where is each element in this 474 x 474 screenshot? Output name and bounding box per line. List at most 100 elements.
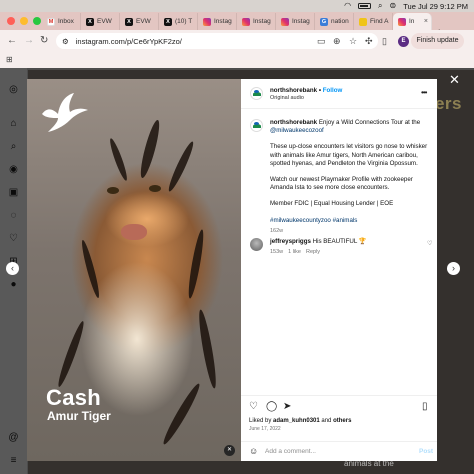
tiger-stripe bbox=[185, 228, 207, 300]
tiger-stripe bbox=[137, 118, 163, 180]
profile-avatar[interactable]: E bbox=[398, 36, 409, 47]
caption-age[interactable]: 162w bbox=[270, 228, 283, 234]
tiger-nose bbox=[121, 224, 147, 240]
macos-menu-bar: ◠ ⌕ ⊜ Tue Jul 29 9:12 PM bbox=[0, 0, 474, 12]
cast-icon[interactable]: ▭ bbox=[317, 35, 326, 47]
share-icon[interactable]: ➤ bbox=[283, 401, 291, 412]
comment-like-heart-icon[interactable]: ♡ bbox=[427, 240, 432, 247]
post-comment-button[interactable]: Post bbox=[419, 448, 433, 455]
browser-tab[interactable]: Gnation bbox=[315, 13, 354, 30]
add-comment-input[interactable]: Add a comment... bbox=[265, 448, 316, 455]
close-window-button[interactable] bbox=[7, 17, 15, 25]
x-icon: X bbox=[86, 17, 94, 26]
tab-label: Inbox bbox=[58, 18, 74, 25]
reload-icon[interactable]: ↻ bbox=[40, 34, 48, 48]
extensions-icon[interactable]: ✣ bbox=[365, 35, 373, 47]
save-bookmark-icon[interactable]: ▯ bbox=[422, 401, 428, 412]
animal-species-overlay: Amur Tiger bbox=[47, 409, 111, 423]
original-audio-link[interactable]: Original audio bbox=[270, 95, 304, 101]
reply-button[interactable]: Reply bbox=[306, 249, 320, 255]
liked-by-others[interactable]: others bbox=[333, 418, 351, 424]
comment-icon[interactable]: ◯ bbox=[266, 401, 277, 412]
mention-link[interactable]: @milwaukeecozoof bbox=[270, 127, 324, 134]
tiger-stripe bbox=[107, 137, 130, 182]
browser-tab-strip: M Inbox X EVW X EVW X (10) T Instag Instag Instag G… bbox=[0, 12, 474, 39]
close-tab-icon[interactable]: × bbox=[424, 18, 428, 25]
apps-grid-icon[interactable]: ⊞ bbox=[6, 55, 13, 64]
author-avatar[interactable] bbox=[250, 87, 263, 100]
tiger-stripe bbox=[55, 319, 87, 389]
author-username[interactable]: northshorebank bbox=[270, 87, 317, 94]
follow-button[interactable]: Follow bbox=[323, 87, 343, 94]
caption-paragraph: These up-close encounters let visitors g… bbox=[270, 143, 428, 167]
window-controls bbox=[7, 17, 41, 25]
commenter-avatar[interactable] bbox=[250, 238, 263, 251]
caption-disclaimer: Member FDIC | Equal Housing Lender | EOE bbox=[270, 200, 394, 208]
sidebar-panel-icon[interactable]: ▯ bbox=[382, 35, 387, 47]
control-center-icon[interactable]: ⊜ bbox=[390, 0, 397, 12]
comment-like-count[interactable]: 1 like bbox=[288, 249, 301, 255]
forward-arrow-icon[interactable]: → bbox=[24, 34, 34, 48]
menubar-clock[interactable]: Tue Jul 29 9:12 PM bbox=[403, 2, 468, 11]
emoji-icon[interactable]: ☺ bbox=[249, 446, 258, 457]
close-icon[interactable]: ✕ bbox=[449, 73, 460, 87]
x-icon: X bbox=[125, 17, 133, 26]
browser-tab[interactable]: Find A bbox=[354, 13, 393, 30]
url-text[interactable]: instagram.com/p/Ce6rYpKF2zo/ bbox=[76, 37, 182, 46]
animal-name-overlay: Cash bbox=[46, 385, 101, 410]
more-options-icon[interactable]: ••• bbox=[421, 88, 427, 97]
next-post-button[interactable]: › bbox=[447, 262, 460, 275]
tab-label: Instag bbox=[214, 18, 232, 25]
bookmarks-bar: ⊞ bbox=[0, 52, 474, 68]
previous-post-button[interactable]: ‹ bbox=[6, 262, 19, 275]
like-heart-icon[interactable]: ♡ bbox=[249, 401, 258, 412]
zoom-icon[interactable]: ⊕ bbox=[333, 35, 341, 47]
browser-tab[interactable]: Instag bbox=[276, 13, 315, 30]
caption-avatar[interactable] bbox=[250, 119, 263, 132]
liked-by: Liked by adam_kuhn0301 and others bbox=[249, 418, 351, 424]
hashtags[interactable]: #milwaukeecountyzoo #animals bbox=[270, 217, 357, 224]
minimize-window-button[interactable] bbox=[20, 17, 28, 25]
browser-tab[interactable]: In × bbox=[393, 13, 432, 30]
post-actions-bar: ♡ ◯ ➤ ▯ bbox=[241, 395, 437, 417]
browser-tab[interactable]: Instag bbox=[198, 13, 237, 30]
audio-muted-icon[interactable]: ✕ bbox=[224, 445, 235, 456]
site-info-icon[interactable]: ⚙ bbox=[62, 37, 69, 46]
post-caption: northshorebank Enjoy a Wild Connections … bbox=[270, 119, 430, 235]
battery-icon[interactable] bbox=[358, 3, 372, 9]
tab-label: Instag bbox=[253, 18, 271, 25]
gmail-icon: M bbox=[47, 17, 55, 26]
wifi-icon[interactable]: ◠ bbox=[344, 0, 351, 12]
tab-label: EVW bbox=[136, 18, 151, 25]
bookmark-star-icon[interactable]: ☆ bbox=[349, 35, 357, 47]
liked-by-and: and bbox=[319, 418, 334, 424]
post-date[interactable]: June 17, 2022 bbox=[249, 426, 281, 432]
zoom-window-button[interactable] bbox=[33, 17, 41, 25]
liked-by-prefix: Liked by bbox=[249, 418, 274, 424]
search-icon[interactable]: ⌕ bbox=[378, 0, 382, 12]
post-header: northshorebank • Follow Original audio •… bbox=[241, 79, 437, 109]
caption-text: Enjoy a Wild Connections Tour at the bbox=[318, 119, 421, 126]
tab-label: Instag bbox=[292, 18, 310, 25]
finish-update-button[interactable]: Finish update bbox=[411, 33, 464, 49]
comment-age[interactable]: 153w bbox=[270, 249, 283, 255]
comment-meta: 153w 1 like Reply bbox=[270, 249, 320, 255]
tab-label: nation bbox=[331, 18, 349, 25]
tiger-eye bbox=[149, 185, 161, 192]
liked-by-user[interactable]: adam_kuhn0301 bbox=[273, 418, 320, 424]
tiger-eye bbox=[107, 187, 119, 194]
browser-tab[interactable]: X EVW bbox=[120, 13, 159, 30]
back-arrow-icon[interactable]: ← bbox=[7, 34, 17, 48]
browser-tab[interactable]: M Inbox bbox=[42, 13, 81, 30]
browser-tab[interactable]: X EVW bbox=[81, 13, 120, 30]
address-bar[interactable]: ⚙ instagram.com/p/Ce6rYpKF2zo/ bbox=[56, 33, 378, 49]
caption-username[interactable]: northshorebank bbox=[270, 119, 317, 126]
x-icon: X bbox=[164, 17, 172, 26]
comment: jeffreyspriggs His BEAUTIFUL 🏆 bbox=[270, 237, 430, 245]
browser-tab[interactable]: X (10) T bbox=[159, 13, 198, 30]
tab-label: (10) T bbox=[175, 18, 193, 25]
tab-label: In bbox=[409, 18, 415, 25]
comment-username[interactable]: jeffreyspriggs bbox=[270, 238, 311, 245]
browser-tab[interactable]: Instag bbox=[237, 13, 276, 30]
instagram-icon bbox=[281, 17, 289, 26]
